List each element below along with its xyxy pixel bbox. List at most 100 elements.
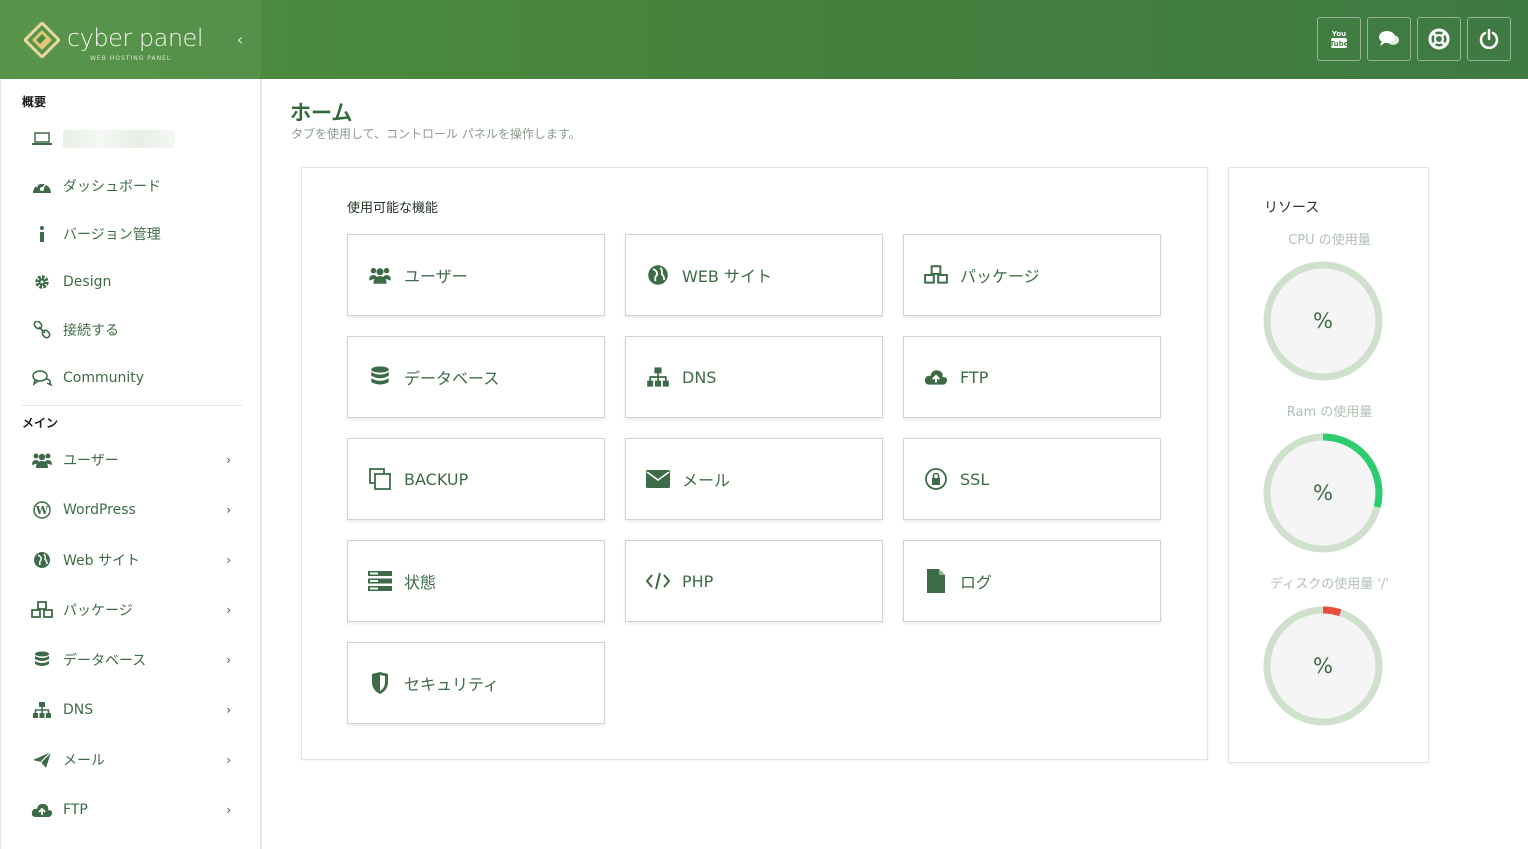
laptop-icon	[31, 128, 53, 150]
tile-status[interactable]: 状態	[347, 540, 605, 622]
svg-text:W: W	[35, 504, 49, 517]
sidebar-item-account[interactable]	[31, 124, 243, 154]
copy-icon	[368, 467, 392, 491]
sidebar-item-design[interactable]: Design	[31, 267, 243, 297]
database-icon	[368, 365, 392, 389]
cloud-upload-icon	[924, 365, 948, 389]
sidebar-item-label: Web サイト	[63, 553, 140, 569]
shield-icon	[368, 671, 392, 695]
top-header: cyber panel WEB HOSTING PANEL ‹ You Tube	[0, 0, 1528, 79]
chevron-right-icon: ›	[226, 603, 231, 617]
sidebar-item-label: DNS	[63, 702, 94, 718]
server-icon	[368, 569, 392, 593]
sidebar-item-label: メール	[63, 753, 105, 769]
cloud-upload-icon	[31, 799, 53, 821]
comments-icon	[31, 367, 53, 389]
sidebar-item-label: FTP	[63, 802, 88, 818]
sidebar-item-version[interactable]: バージョン管理	[31, 219, 243, 249]
chevron-right-icon: ›	[226, 453, 231, 467]
tile-label: 状態	[404, 573, 437, 592]
sidebar-item-connect[interactable]: 接続する	[31, 315, 243, 345]
lock-icon	[924, 467, 948, 491]
tile-label: パッケージ	[960, 267, 1040, 286]
disk-usage-label: ディスクの使用量 '/'	[1270, 577, 1389, 592]
features-card: 使用可能な機能 ユーザー WEB サイト パッケージ データベース DNS FT…	[301, 167, 1208, 760]
sidebar-item-dashboard[interactable]: ダッシュボード	[31, 171, 243, 201]
resources-card: リソース CPU の使用量 % Ram の使用量 % ディスクの使用量 '/' …	[1228, 167, 1429, 763]
tile-label: FTP	[960, 367, 989, 387]
disk-usage-percent: %	[1313, 654, 1333, 678]
sidebar-item-label: パッケージ	[63, 603, 133, 619]
tile-backup[interactable]: BACKUP	[347, 438, 605, 520]
sidebar-item-label: データベース	[63, 653, 147, 669]
brand-subtitle: WEB HOSTING PANEL	[90, 55, 172, 62]
info-icon	[31, 223, 53, 245]
tile-ssl[interactable]: SSL	[903, 438, 1161, 520]
chevron-right-icon: ›	[226, 803, 231, 817]
chevron-right-icon: ›	[226, 553, 231, 567]
sidebar-item-users[interactable]: ユーザー ›	[31, 445, 243, 475]
sidebar-section-overview: 概要	[22, 95, 47, 109]
power-icon	[1479, 29, 1499, 49]
tile-email[interactable]: メール	[625, 438, 883, 520]
header-actions: You Tube	[1317, 17, 1511, 61]
svg-text:Tube: Tube	[1330, 40, 1349, 48]
sidebar-item-label: ダッシュボード	[63, 179, 161, 195]
resources-title: リソース	[1264, 200, 1320, 216]
cubes-icon	[924, 263, 948, 287]
tile-logs[interactable]: ログ	[903, 540, 1161, 622]
database-icon	[31, 649, 53, 671]
sidebar-item-label: 接続する	[63, 323, 119, 339]
cubes-icon	[31, 599, 53, 621]
wordpress-icon: W	[31, 499, 53, 521]
sidebar-item-wordpress[interactable]: W WordPress ›	[31, 495, 243, 525]
page-title: ホーム	[290, 101, 353, 125]
tile-ftp[interactable]: FTP	[903, 336, 1161, 418]
tile-security[interactable]: セキュリティ	[347, 642, 605, 724]
youtube-button[interactable]: You Tube	[1317, 17, 1361, 61]
tile-label: PHP	[682, 571, 714, 591]
users-icon	[31, 449, 53, 471]
features-title: 使用可能な機能	[347, 201, 439, 216]
sidebar-item-dns[interactable]: DNS ›	[31, 695, 243, 725]
sidebar-item-packages[interactable]: パッケージ ›	[31, 595, 243, 625]
ram-usage-gauge: %	[1262, 432, 1384, 554]
sidebar-section-main: メイン	[22, 416, 59, 430]
cpu-usage-gauge: %	[1262, 260, 1384, 382]
chat-button[interactable]	[1367, 17, 1411, 61]
tile-label: セキュリティ	[404, 675, 500, 694]
sidebar-item-email[interactable]: メール ›	[31, 745, 243, 775]
sidebar-item-ftp[interactable]: FTP ›	[31, 795, 243, 825]
support-button[interactable]	[1417, 17, 1461, 61]
sidebar: 概要 ダッシュボード バージョン管理 Design 接続する Community…	[0, 79, 262, 849]
cpu-usage-percent: %	[1313, 309, 1333, 333]
logout-button[interactable]	[1467, 17, 1511, 61]
tile-label: DNS	[682, 367, 717, 387]
tile-databases[interactable]: データベース	[347, 336, 605, 418]
page-subtitle: タブを使用して、コントロール パネルを操作します。	[291, 127, 581, 141]
account-name-redacted	[63, 130, 175, 148]
tile-websites[interactable]: WEB サイト	[625, 234, 883, 316]
sidebar-divider	[22, 405, 242, 406]
cpu-usage-label: CPU の使用量	[1288, 233, 1371, 248]
tile-dns[interactable]: DNS	[625, 336, 883, 418]
chevron-right-icon: ›	[226, 653, 231, 667]
tile-users[interactable]: ユーザー	[347, 234, 605, 316]
sidebar-collapse-button[interactable]: ‹	[232, 30, 248, 50]
chevron-right-icon: ›	[226, 753, 231, 767]
sidebar-item-databases[interactable]: データベース ›	[31, 645, 243, 675]
disk-usage-gauge: %	[1262, 605, 1384, 727]
ram-usage-label: Ram の使用量	[1286, 405, 1373, 420]
svg-text:You: You	[1331, 30, 1346, 38]
tile-label: メール	[682, 471, 731, 490]
tile-label: ユーザー	[404, 267, 468, 286]
sidebar-item-label: ユーザー	[63, 453, 119, 469]
tile-label: BACKUP	[404, 469, 469, 489]
sidebar-item-community[interactable]: Community	[31, 363, 243, 393]
sitemap-icon	[31, 699, 53, 721]
brand-name: cyber panel	[67, 24, 203, 52]
tile-packages[interactable]: パッケージ	[903, 234, 1161, 316]
sidebar-item-label: Design	[63, 274, 112, 290]
sidebar-item-websites[interactable]: Web サイト ›	[31, 545, 243, 575]
tile-php[interactable]: PHP	[625, 540, 883, 622]
